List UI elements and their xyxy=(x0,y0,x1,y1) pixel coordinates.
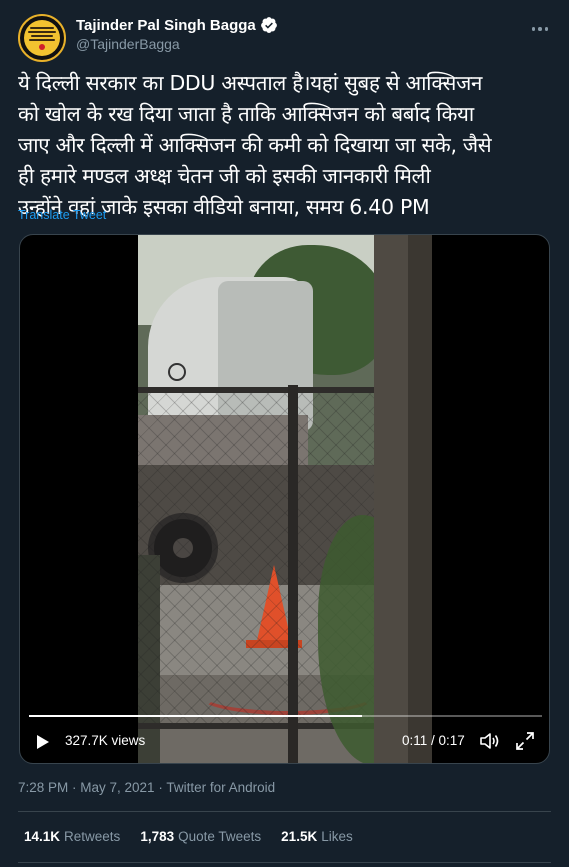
stat-value: 21.5K xyxy=(281,829,318,844)
display-name[interactable]: Tajinder Pal Singh Bagga xyxy=(76,17,256,34)
video-progress-bar[interactable] xyxy=(29,715,542,717)
stat-value: 1,783 xyxy=(140,829,175,844)
divider xyxy=(18,862,551,863)
stat-label: Likes xyxy=(321,829,353,844)
author-info: Tajinder Pal Singh Bagga @TajinderBagga xyxy=(76,16,278,52)
tweet: Tajinder Pal Singh Bagga @TajinderBagga … xyxy=(0,0,569,867)
fullscreen-icon[interactable] xyxy=(516,732,534,750)
more-options-icon[interactable] xyxy=(529,18,551,40)
avatar-image xyxy=(24,20,60,56)
handle[interactable]: @TajinderBagga xyxy=(76,36,278,52)
stat-label: Quote Tweets xyxy=(178,829,262,844)
tweet-stats: 14.1K Retweets 1,783 Quote Tweets 21.5K Lik… xyxy=(24,829,373,844)
tweet-text: ये दिल्ली सरकार का DDU अस्पताल है।यहां स… xyxy=(18,71,492,219)
video-player[interactable]: 327.7K views 0:11 / 0:17 xyxy=(19,234,550,764)
tweet-timestamp[interactable]: 7:28 PM · May 7, 2021 · Twitter for Andr… xyxy=(18,780,275,795)
stat-label: Retweets xyxy=(64,829,121,844)
stat-quote-tweets[interactable]: 1,783 Quote Tweets xyxy=(140,829,261,844)
avatar[interactable] xyxy=(18,14,66,62)
video-timecode: 0:11 / 0:17 xyxy=(402,733,465,748)
video-frame xyxy=(138,235,432,763)
stat-retweets[interactable]: 14.1K Retweets xyxy=(24,829,120,844)
tweet-header: Tajinder Pal Singh Bagga @TajinderBagga xyxy=(18,12,551,62)
video-controls: 327.7K views 0:11 / 0:17 xyxy=(20,727,549,757)
translate-tweet-link[interactable]: Translate Tweet xyxy=(18,208,106,222)
divider xyxy=(18,811,551,812)
view-count: 327.7K views xyxy=(65,733,146,748)
play-icon[interactable] xyxy=(36,734,50,750)
stat-likes[interactable]: 21.5K Likes xyxy=(281,829,353,844)
volume-icon[interactable] xyxy=(479,731,501,751)
verified-badge-icon xyxy=(260,17,277,33)
stat-value: 14.1K xyxy=(24,829,61,844)
video-progress-fill xyxy=(29,715,363,717)
